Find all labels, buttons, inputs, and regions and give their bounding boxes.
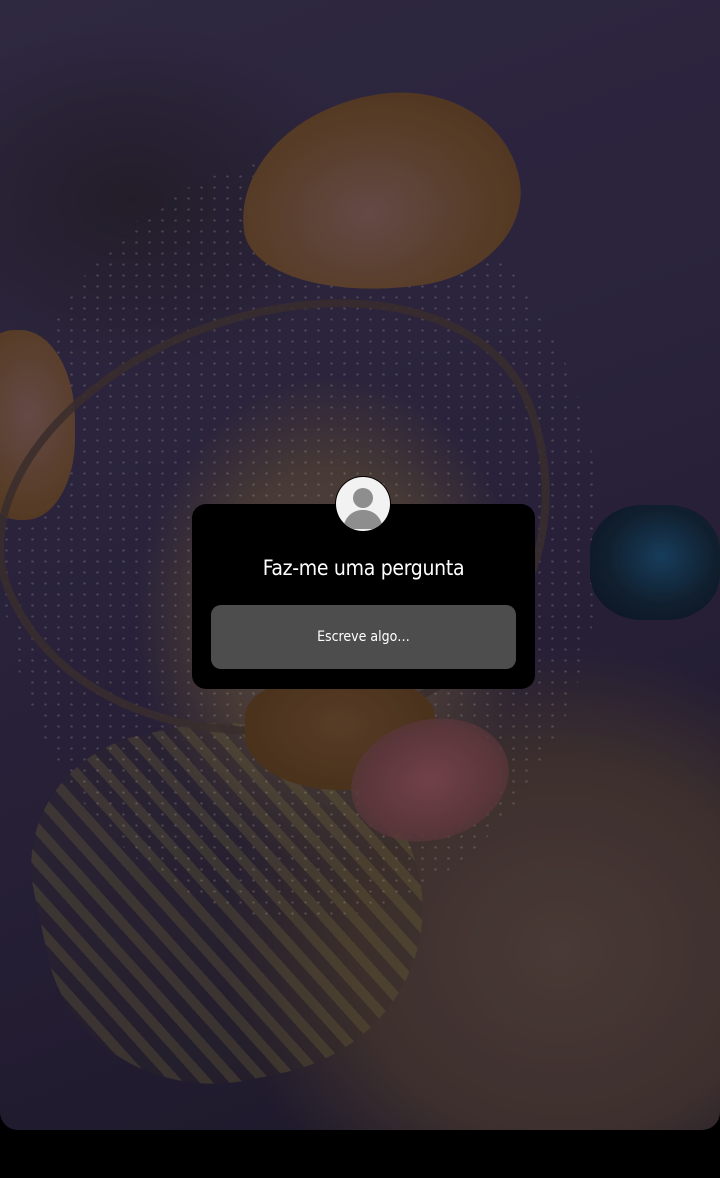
story-screen: Faz-me uma pergunta xyxy=(0,0,720,1178)
question-answer-input[interactable] xyxy=(211,605,516,669)
question-title: Faz-me uma pergunta xyxy=(262,556,465,580)
question-sticker[interactable]: Faz-me uma pergunta xyxy=(192,476,535,689)
bottom-bar xyxy=(0,1130,720,1178)
default-avatar-icon xyxy=(336,477,390,531)
sticker-avatar xyxy=(335,476,391,532)
